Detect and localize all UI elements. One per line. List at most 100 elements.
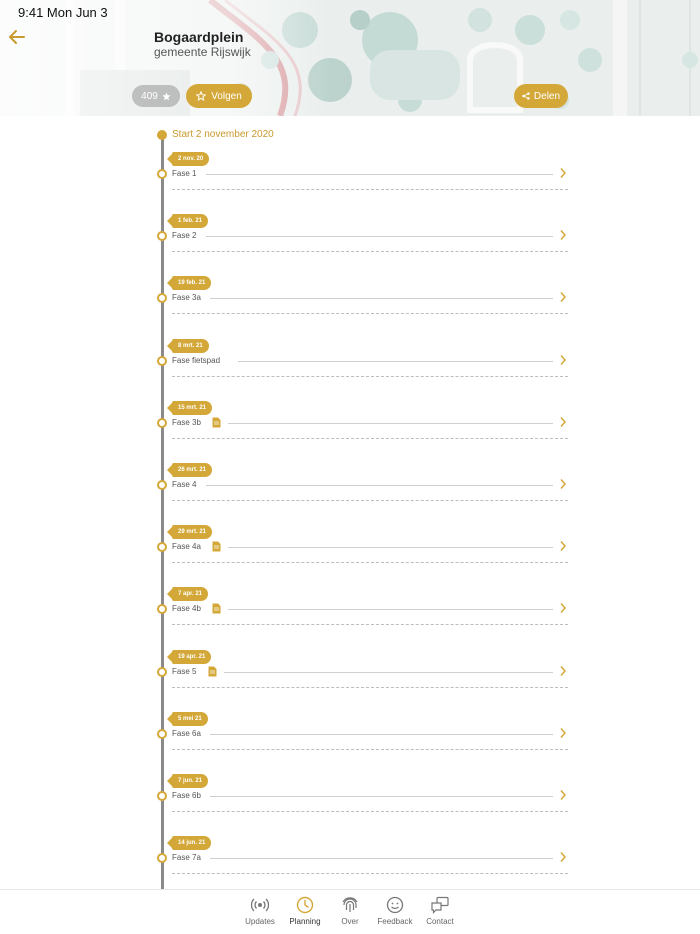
date-badge: 26 mrt. 21 [166,463,213,477]
timeline-item[interactable]: 19 apr. 21 Fase 5 [0,650,700,712]
chevron-right-icon[interactable] [559,789,567,801]
timeline-node [157,356,167,366]
tab-updates[interactable]: Updates [235,896,285,926]
share-button[interactable]: Delen [514,84,568,108]
project-subtitle: gemeente Rijswijk [154,45,251,59]
timeline-node [157,853,167,863]
date-badge: 7 jun. 21 [166,774,209,788]
phase-rule [228,609,553,610]
date-badge: 19 apr. 21 [166,650,212,664]
phase-label: Fase 7a [172,853,201,862]
phase-rule [224,672,553,673]
smiley-icon [386,896,404,914]
timeline-node [157,667,167,677]
phase-label: Fase 6a [172,729,201,738]
follower-count-badge: 409 [132,85,180,107]
phase-rule [238,361,553,362]
chevron-right-icon[interactable] [559,416,567,428]
phase-rule [210,734,553,735]
date-badge: 19 feb. 21 [166,276,212,290]
phase-rule [206,174,553,175]
phase-label: Fase 4 [172,480,197,489]
timeline-item[interactable]: 15 mrt. 21 Fase 3b [0,401,700,463]
chevron-right-icon[interactable] [559,540,567,552]
chevron-right-icon[interactable] [559,665,567,677]
date-badge: 7 apr. 21 [166,587,209,601]
phase-label: Fase 4a [172,542,201,551]
follower-count: 409 [141,90,158,102]
clock-icon [296,896,314,914]
phase-label: Fase 3b [172,418,201,427]
tab-planning-label: Planning [289,917,321,926]
document-icon[interactable] [212,603,221,614]
dashed-separator [172,438,568,439]
follow-button[interactable]: Volgen [186,84,252,108]
timeline-item[interactable]: 7 apr. 21 Fase 4b [0,587,700,649]
date-badge: 8 mrt. 21 [167,339,209,353]
chevron-right-icon[interactable] [559,727,567,739]
follow-button-label: Volgen [211,90,242,102]
share-icon [522,92,530,100]
chevron-right-icon[interactable] [559,291,567,303]
status-bar-time: 9:41 Mon Jun 3 [18,5,108,20]
timeline-node [157,604,167,614]
tab-contact[interactable]: Contact [415,896,465,926]
chevron-right-icon[interactable] [559,602,567,614]
date-badge: 29 mrt. 21 [166,525,213,539]
timeline-item[interactable]: 2 nov. 20 Fase 1 [0,152,700,214]
dashed-separator [172,624,568,625]
tab-contact-label: Contact [426,917,454,926]
document-icon[interactable] [208,666,217,677]
timeline-node [157,729,167,739]
timeline-item[interactable]: 1 feb. 21 Fase 2 [0,214,700,276]
phase-label: Fase 5 [172,667,197,676]
timeline-node [157,542,167,552]
tab-feedback[interactable]: Feedback [370,896,420,926]
tab-over-label: Over [341,917,359,926]
tab-updates-label: Updates [245,917,275,926]
tab-planning[interactable]: Planning [280,896,330,926]
project-header: 9:41 Mon Jun 3 Bogaardplein gemeente Rij… [0,0,700,116]
dashed-separator [172,313,568,314]
phase-rule [210,858,553,859]
timeline-item[interactable]: 26 mrt. 21 Fase 4 [0,463,700,525]
phase-label: Fase 4b [172,604,201,613]
timeline-start-label: Start 2 november 2020 [172,129,274,140]
chevron-right-icon[interactable] [559,354,567,366]
phase-label: Fase 6b [172,791,201,800]
date-badge: 2 nov. 20 [166,152,210,166]
dashed-separator [172,873,568,874]
phase-rule [228,423,553,424]
tab-feedback-label: Feedback [377,917,413,926]
timeline-item[interactable]: 7 jun. 21 Fase 6b [0,774,700,836]
share-button-label: Delen [533,90,561,102]
date-badge: 5 mei 21 [167,712,208,726]
date-badge: 15 mrt. 21 [166,401,213,415]
document-icon[interactable] [212,417,221,428]
phase-rule [228,547,553,548]
date-badge: 14 jun. 21 [166,836,212,850]
timeline-item[interactable]: 19 feb. 21 Fase 3a [0,276,700,338]
timeline-node [157,169,167,179]
phase-rule [206,485,553,486]
chevron-right-icon[interactable] [559,167,567,179]
chevron-right-icon[interactable] [559,851,567,863]
timeline-item[interactable]: 29 mrt. 21 Fase 4a [0,525,700,587]
timeline-node [157,293,167,303]
phase-label: Fase fietspad [172,356,221,365]
document-icon[interactable] [212,541,221,552]
phase-label: Fase 2 [172,231,197,240]
timeline-item[interactable]: 5 mei 21 Fase 6a [0,712,700,774]
timeline-start-dot [157,130,167,140]
back-arrow-icon[interactable] [6,26,28,48]
fingerprint-icon [342,897,358,912]
tab-over[interactable]: Over [325,896,375,926]
dashed-separator [172,251,568,252]
chevron-right-icon[interactable] [559,229,567,241]
phase-rule [206,236,553,237]
project-title: Bogaardplein [154,29,244,45]
phase-label: Fase 3a [172,293,201,302]
tab-bar: Updates Planning Over Feedback Contact [0,889,700,934]
chevron-right-icon[interactable] [559,478,567,490]
timeline-item[interactable]: 8 mrt. 21 Fase fietspad [0,339,700,401]
